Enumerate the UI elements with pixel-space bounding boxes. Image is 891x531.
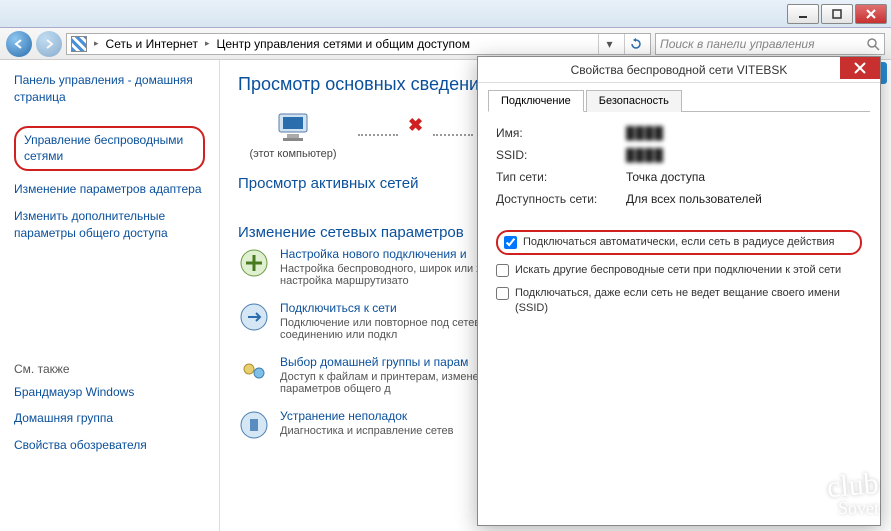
dialog-close-button[interactable] bbox=[840, 57, 880, 79]
forward-button[interactable] bbox=[36, 31, 62, 57]
sidebar-link-wireless[interactable]: Управление беспроводными сетями bbox=[14, 126, 205, 172]
node-label: (этот компьютер) bbox=[238, 148, 348, 160]
seealso-browser[interactable]: Свойства обозревателя bbox=[14, 437, 205, 454]
tab-security[interactable]: Безопасность bbox=[586, 90, 682, 112]
checkbox-input[interactable] bbox=[496, 287, 509, 300]
prop-name-label: Имя: bbox=[496, 126, 626, 140]
tab-connection[interactable]: Подключение bbox=[488, 90, 584, 112]
new-connection-icon bbox=[238, 247, 270, 279]
connect-icon bbox=[238, 301, 270, 333]
chevron-right-icon: ▸ bbox=[202, 38, 213, 49]
task-desc: Диагностика и исправление сетев bbox=[280, 425, 454, 437]
sidebar-home-link[interactable]: Панель управления - домашняя страница bbox=[14, 72, 205, 106]
task-title[interactable]: Устранение неполадок bbox=[280, 409, 454, 423]
sidebar: Панель управления - домашняя страница Уп… bbox=[0, 60, 220, 531]
chevron-right-icon: ▸ bbox=[91, 38, 102, 49]
dialog-body: Подключение Безопасность Имя: ████ SSID:… bbox=[478, 83, 880, 343]
close-button[interactable] bbox=[855, 4, 887, 24]
control-panel-icon bbox=[71, 36, 87, 52]
dialog-content: Имя: ████ SSID: ████ Тип сети: Точка дос… bbox=[488, 112, 870, 337]
checkbox-hidden-ssid[interactable]: Подключаться, даже если сеть не ведет ве… bbox=[496, 286, 862, 316]
homegroup-icon bbox=[238, 355, 270, 387]
troubleshoot-icon bbox=[238, 409, 270, 441]
checkbox-label: Подключаться, даже если сеть не ведет ве… bbox=[515, 286, 862, 316]
prop-type-value: Точка доступа bbox=[626, 170, 705, 184]
dialog-title: Свойства беспроводной сети VITEBSK bbox=[571, 63, 788, 77]
connection-line bbox=[358, 134, 398, 136]
window-titlebar bbox=[0, 0, 891, 28]
address-bar[interactable]: ▸ Сеть и Интернет ▸ Центр управления сет… bbox=[66, 33, 651, 55]
checkbox-input[interactable] bbox=[496, 264, 509, 277]
minimize-button[interactable] bbox=[787, 4, 819, 24]
sidebar-link-adapter[interactable]: Изменение параметров адаптера bbox=[14, 181, 205, 198]
refresh-icon[interactable] bbox=[624, 34, 646, 54]
dialog-titlebar: Свойства беспроводной сети VITEBSK bbox=[478, 57, 880, 83]
search-placeholder: Поиск в панели управления bbox=[660, 37, 815, 51]
seealso-homegroup[interactable]: Домашняя группа bbox=[14, 410, 205, 427]
back-button[interactable] bbox=[6, 31, 32, 57]
seealso-heading: См. также bbox=[14, 362, 205, 376]
disconnected-icon: ✖ bbox=[408, 115, 423, 136]
prop-name-value: ████ bbox=[626, 126, 664, 140]
computer-icon bbox=[238, 110, 348, 144]
search-input[interactable]: Поиск в панели управления bbox=[655, 33, 885, 55]
node-this-computer: (этот компьютер) bbox=[238, 110, 348, 160]
dropdown-arrow-icon[interactable]: ▾ bbox=[598, 34, 620, 54]
prop-ssid-label: SSID: bbox=[496, 148, 626, 162]
prop-avail-value: Для всех пользователей bbox=[626, 192, 762, 206]
checkbox-search-other[interactable]: Искать другие беспроводные сети при подк… bbox=[496, 263, 862, 278]
prop-ssid-value: ████ bbox=[626, 148, 664, 162]
dialog-tabs: Подключение Безопасность bbox=[488, 89, 870, 112]
prop-avail-label: Доступность сети: bbox=[496, 192, 626, 206]
search-icon bbox=[866, 37, 880, 51]
checkbox-label: Искать другие беспроводные сети при подк… bbox=[515, 263, 841, 278]
connection-line bbox=[433, 134, 473, 136]
sidebar-link-sharing[interactable]: Изменить дополнительные параметры общего… bbox=[14, 208, 205, 242]
checkbox-input[interactable] bbox=[504, 236, 517, 249]
maximize-button[interactable] bbox=[821, 4, 853, 24]
seealso-firewall[interactable]: Брандмауэр Windows bbox=[14, 384, 205, 401]
wireless-properties-dialog: Свойства беспроводной сети VITEBSK Подкл… bbox=[477, 56, 881, 526]
checkbox-auto-connect[interactable]: Подключаться автоматически, если сеть в … bbox=[496, 230, 862, 255]
checkbox-label: Подключаться автоматически, если сеть в … bbox=[523, 235, 834, 250]
prop-type-label: Тип сети: bbox=[496, 170, 626, 184]
breadcrumb-item[interactable]: Центр управления сетями и общим доступом bbox=[216, 37, 470, 51]
breadcrumb-item[interactable]: Сеть и Интернет bbox=[106, 37, 198, 51]
